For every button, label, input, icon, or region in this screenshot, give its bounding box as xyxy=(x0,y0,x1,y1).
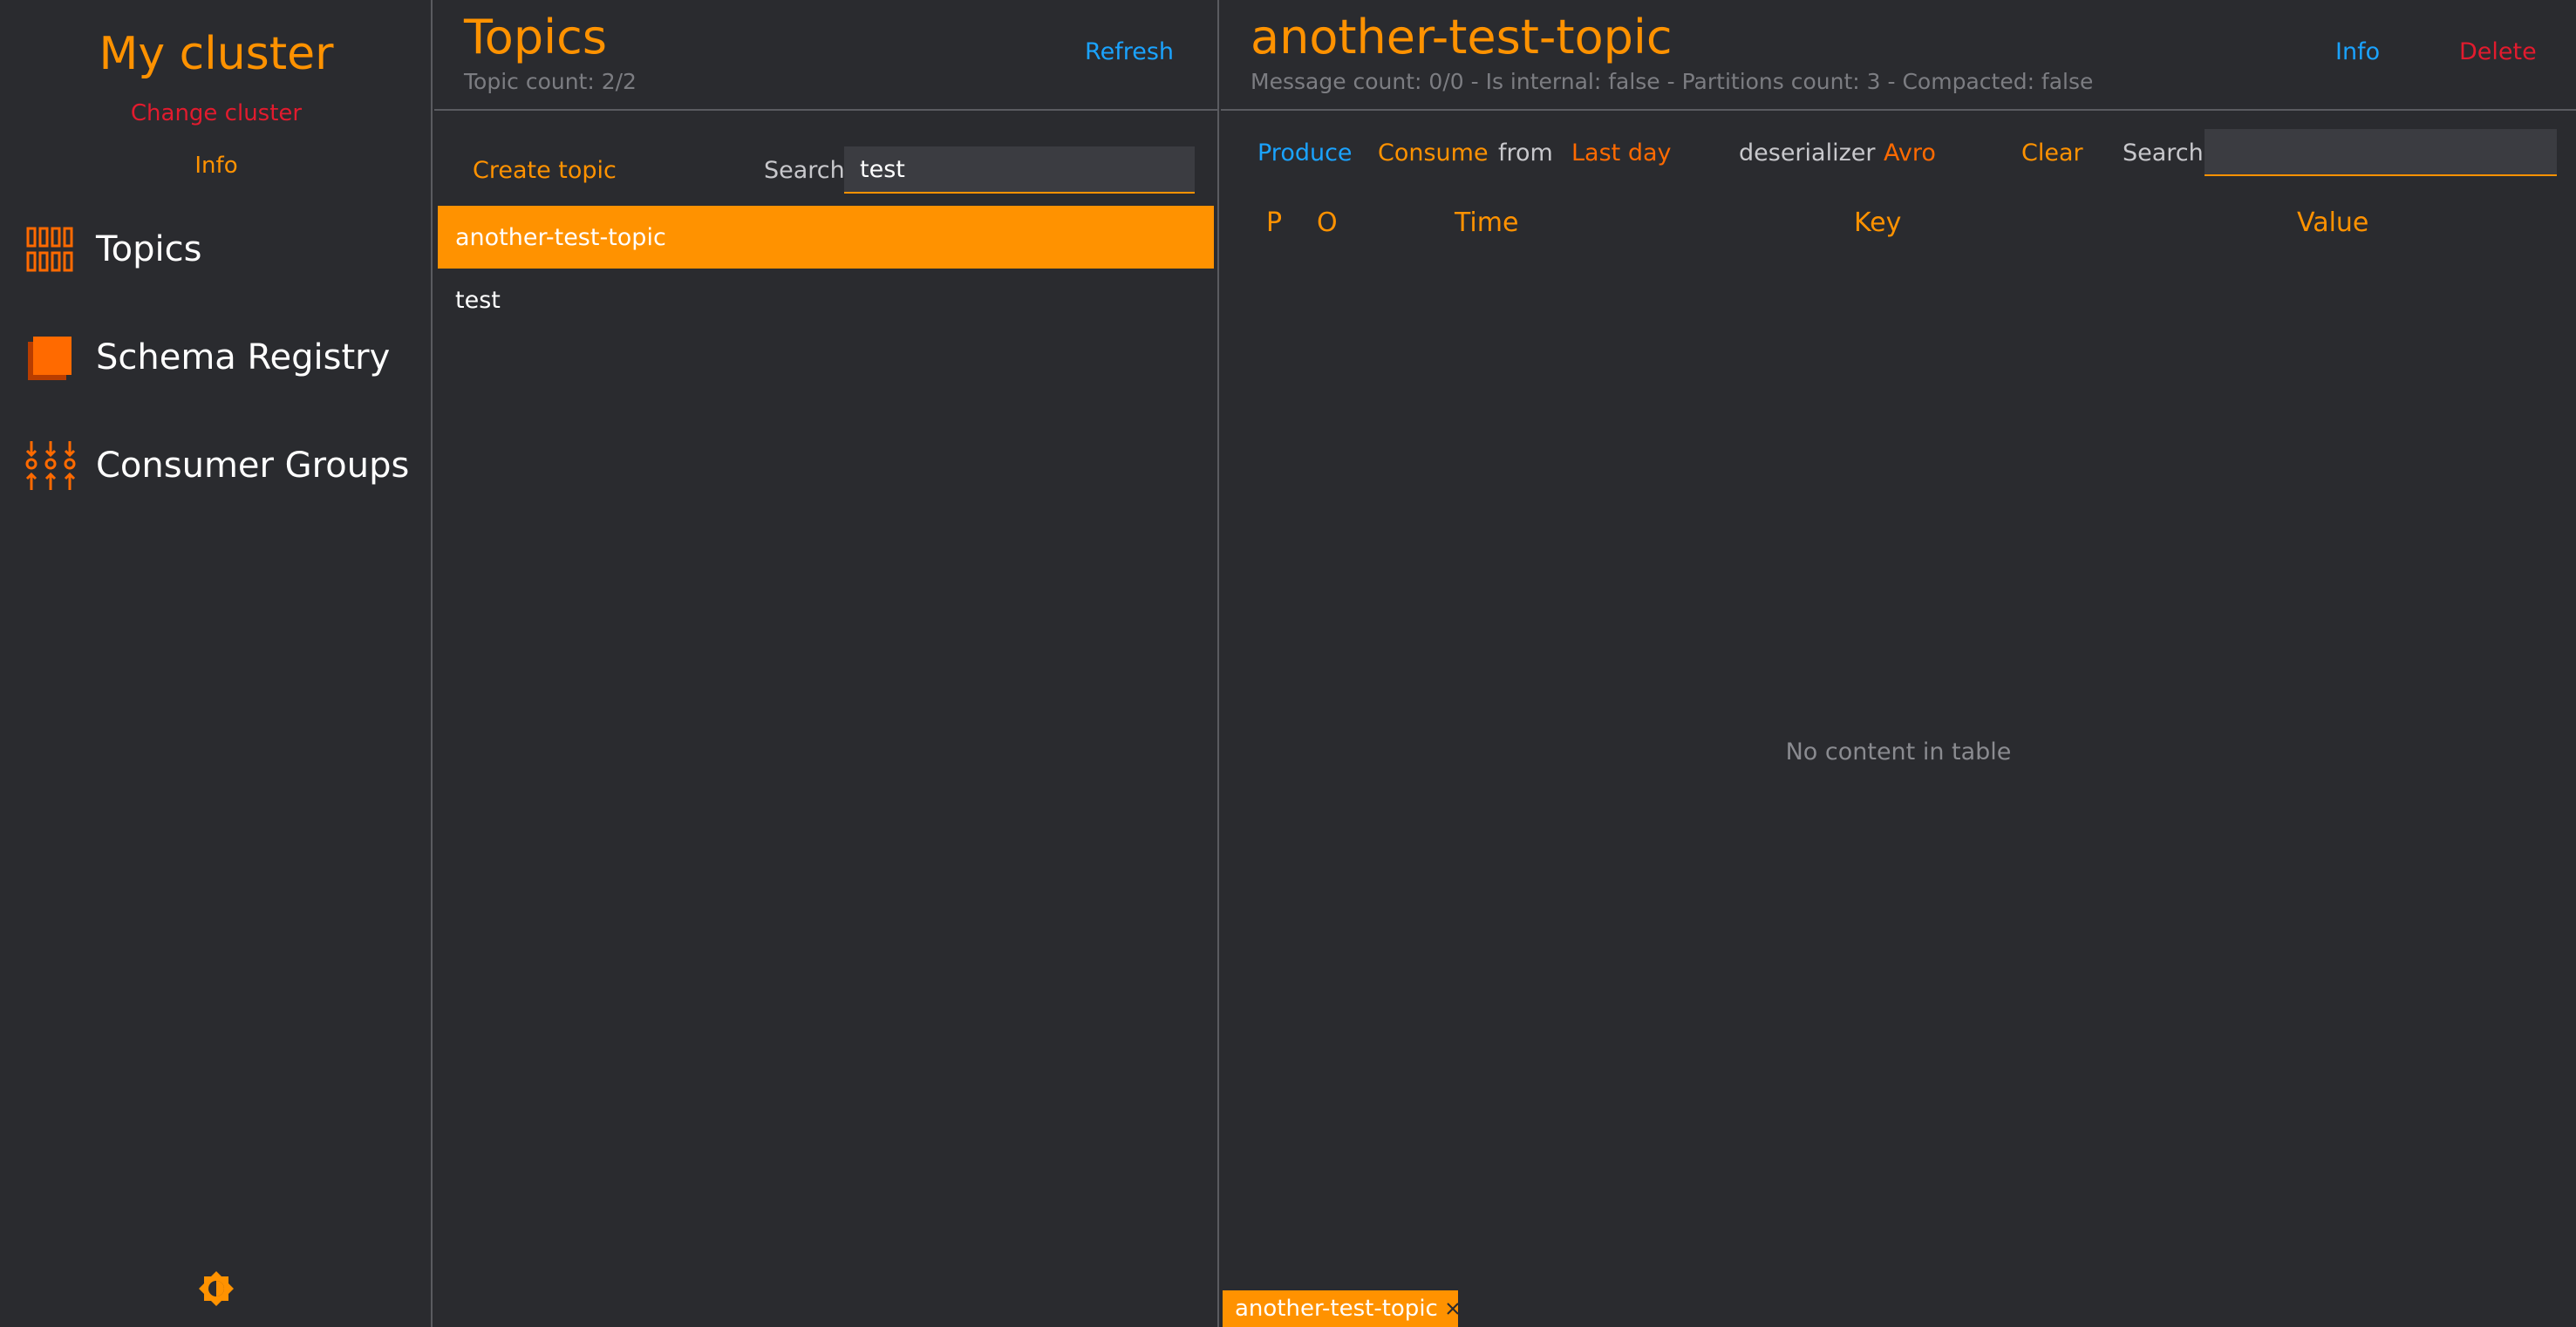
change-cluster-link[interactable]: Change cluster xyxy=(0,98,433,129)
topic-search-input[interactable] xyxy=(844,146,1195,194)
sidebar-item-consumer-groups[interactable]: Consumer Groups xyxy=(23,432,424,499)
topic-title: another-test-topic xyxy=(1251,10,1673,65)
topic-list-item[interactable]: test xyxy=(438,269,1214,331)
column-header-key[interactable]: Key xyxy=(1854,208,1901,239)
topic-info-button[interactable]: Info xyxy=(2335,37,2380,68)
sidebar-item-schema-registry[interactable]: Schema Registry xyxy=(23,324,424,391)
sidebar-item-topics[interactable]: Topics xyxy=(23,216,424,282)
topics-panel: Topics Topic count: 2/2 Refresh Create t… xyxy=(434,0,1219,1327)
refresh-button[interactable]: Refresh xyxy=(1085,37,1174,68)
clear-button[interactable]: Clear xyxy=(2021,138,2083,169)
app-window: My cluster Change cluster Info Topics Sc… xyxy=(0,0,2576,1327)
column-header-partition[interactable]: P xyxy=(1266,208,1282,239)
sidebar-item-label: Consumer Groups xyxy=(96,446,410,486)
cluster-title: My cluster xyxy=(99,28,334,80)
time-range-select[interactable]: Last day xyxy=(1571,138,1672,169)
topics-header: Topics Topic count: 2/2 Refresh xyxy=(434,0,1217,111)
empty-table-message: No content in table xyxy=(1785,738,2012,766)
create-topic-button[interactable]: Create topic xyxy=(473,155,617,187)
delete-topic-button[interactable]: Delete xyxy=(2459,37,2537,68)
theme-toggle-icon xyxy=(197,1269,235,1311)
deserializer-select[interactable]: Avro xyxy=(1884,138,1936,169)
topic-search-label: Search xyxy=(764,157,845,184)
deserializer-label: deserializer xyxy=(1739,140,1876,167)
schema-registry-icon xyxy=(23,330,78,385)
consume-button[interactable]: Consume xyxy=(1378,138,1489,169)
page-title: Topics xyxy=(464,10,607,65)
from-label: from xyxy=(1498,140,1553,167)
topic-meta: Message count: 0/0 - Is internal: false … xyxy=(1251,69,2094,94)
close-icon[interactable] xyxy=(1445,1299,1461,1318)
topic-detail-panel: another-test-topic Message count: 0/0 - … xyxy=(1221,0,2576,1327)
column-header-offset[interactable]: O xyxy=(1317,208,1338,239)
topic-detail-header: another-test-topic Message count: 0/0 - … xyxy=(1221,0,2576,111)
sidebar-item-label: Topics xyxy=(96,229,202,269)
open-topic-tab[interactable]: another-test-topic xyxy=(1223,1290,1461,1327)
message-search-label: Search xyxy=(2123,140,2204,167)
column-header-value[interactable]: Value xyxy=(2297,208,2368,239)
cluster-info-link[interactable]: Info xyxy=(0,150,433,181)
topic-list-item[interactable]: another-test-topic xyxy=(438,206,1214,269)
topic-count: Topic count: 2/2 xyxy=(464,69,637,94)
theme-toggle-button[interactable] xyxy=(194,1268,239,1313)
column-header-time[interactable]: Time xyxy=(1455,208,1518,239)
sidebar-item-label: Schema Registry xyxy=(96,337,391,378)
sidebar: My cluster Change cluster Info Topics Sc… xyxy=(0,0,433,1327)
open-topic-tab-label: another-test-topic xyxy=(1235,1296,1438,1322)
message-search-input[interactable] xyxy=(2205,129,2557,176)
topics-icon xyxy=(23,221,78,277)
topic-list: another-test-topic test xyxy=(438,206,1214,331)
produce-button[interactable]: Produce xyxy=(1257,138,1353,169)
consumer-groups-icon xyxy=(23,438,78,493)
